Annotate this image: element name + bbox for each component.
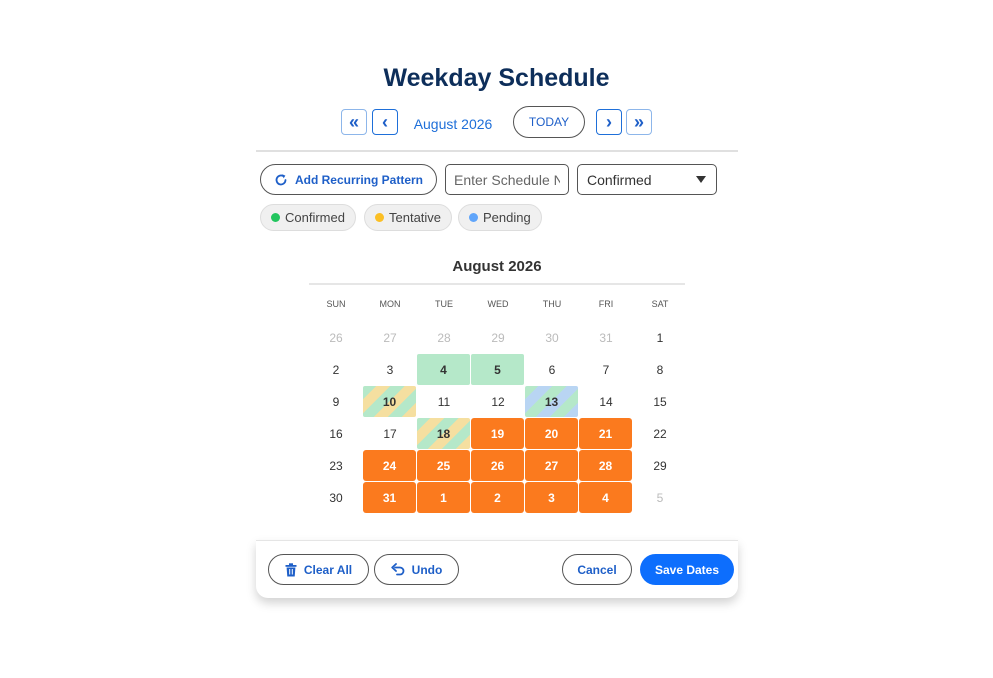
- tentative-dot-icon: [375, 213, 384, 222]
- calendar-day[interactable]: 7: [579, 354, 633, 386]
- weekday-label: MON: [379, 299, 401, 309]
- calendar-day[interactable]: 20: [525, 418, 578, 449]
- weekday-label: WED: [487, 299, 509, 309]
- calendar-day[interactable]: 3: [525, 482, 578, 513]
- chevron-down-icon: [696, 176, 706, 183]
- calendar-day[interactable]: 27: [525, 450, 578, 481]
- calendar-title: August 2026: [452, 258, 542, 275]
- calendar-day[interactable]: 10: [363, 386, 416, 417]
- schedule-name-input[interactable]: [445, 164, 569, 195]
- calendar-day[interactable]: 1: [633, 322, 687, 354]
- trash-icon: [285, 562, 297, 576]
- pending-dot-icon: [469, 213, 478, 222]
- add-recurring-pattern-label: Add Recurring Pattern: [294, 172, 423, 187]
- cancel-button[interactable]: Cancel: [562, 554, 632, 585]
- calendar-day: 5: [656, 491, 664, 505]
- calendar-day[interactable]: 13: [525, 386, 578, 417]
- clear-all-button[interactable]: Clear All: [268, 554, 369, 585]
- status-select[interactable]: Confirmed: [577, 164, 717, 195]
- calendar-day[interactable]: 11: [417, 386, 471, 418]
- calendar-day[interactable]: 2: [309, 354, 363, 386]
- weekday-label: SUN: [326, 299, 346, 309]
- calendar-day[interactable]: 4: [579, 482, 632, 513]
- prev-year-button[interactable]: «: [341, 109, 367, 135]
- weekday-label: TUE: [435, 299, 453, 309]
- calendar-day[interactable]: 30: [309, 482, 363, 514]
- undo-label: Undo: [411, 562, 443, 577]
- undo-button[interactable]: Undo: [374, 554, 459, 585]
- calendar-day[interactable]: 17: [363, 418, 417, 450]
- legend-pending-label: Pending: [483, 210, 531, 225]
- calendar-day[interactable]: 2: [471, 482, 524, 513]
- calendar-day[interactable]: 8: [633, 354, 687, 386]
- legend-tentative-label: Tentative: [389, 210, 442, 225]
- undo-icon: [390, 563, 405, 576]
- header-divider: [256, 150, 738, 152]
- calendar-day[interactable]: 12: [471, 386, 525, 418]
- calendar-day[interactable]: 15: [633, 386, 687, 418]
- calendar-day[interactable]: 26: [471, 450, 524, 481]
- calendar-day: 31: [599, 331, 613, 345]
- legend-pending: Pending: [458, 204, 542, 231]
- calendar-day[interactable]: 29: [633, 450, 687, 482]
- calendar-day[interactable]: 31: [363, 482, 416, 513]
- prev-month-button[interactable]: ‹: [372, 109, 398, 135]
- calendar-day[interactable]: 28: [579, 450, 632, 481]
- calendar-day[interactable]: 6: [525, 354, 579, 386]
- clear-all-label: Clear All: [303, 562, 353, 577]
- status-select-value: Confirmed: [587, 171, 652, 188]
- legend-confirmed: Confirmed: [260, 204, 356, 231]
- calendar-day[interactable]: 22: [633, 418, 687, 450]
- weekday-label: THU: [542, 299, 562, 309]
- calendar-day[interactable]: 23: [309, 450, 363, 482]
- calendar-day: 29: [491, 331, 505, 345]
- calendar-day: 26: [329, 331, 343, 345]
- calendar-day[interactable]: 18: [417, 418, 470, 449]
- calendar-divider: [309, 283, 685, 285]
- legend-tentative: Tentative: [364, 204, 453, 231]
- calendar-day[interactable]: 16: [309, 418, 363, 450]
- calendar-day[interactable]: 3: [363, 354, 417, 386]
- weekday-label: FRI: [598, 299, 614, 309]
- next-month-button[interactable]: ›: [596, 109, 622, 135]
- legend-confirmed-label: Confirmed: [285, 210, 345, 225]
- calendar-day[interactable]: 5: [471, 354, 524, 385]
- weekday-label: SAT: [651, 299, 669, 309]
- calendar-day[interactable]: 4: [417, 354, 470, 385]
- calendar-day: 28: [437, 331, 451, 345]
- refresh-icon: [275, 173, 287, 185]
- next-year-button[interactable]: »: [626, 109, 652, 135]
- calendar-day[interactable]: 21: [579, 418, 632, 449]
- calendar-day[interactable]: 9: [309, 386, 363, 418]
- current-month-label: August 2026: [413, 116, 493, 132]
- save-dates-button[interactable]: Save Dates: [640, 554, 734, 585]
- calendar-day[interactable]: 24: [363, 450, 416, 481]
- calendar-day[interactable]: 25: [417, 450, 470, 481]
- today-button[interactable]: TODAY: [513, 106, 585, 138]
- add-recurring-pattern-button[interactable]: Add Recurring Pattern: [260, 164, 437, 195]
- page-title: Weekday Schedule: [383, 64, 610, 92]
- calendar-day: 30: [545, 331, 559, 345]
- calendar-day[interactable]: 1: [417, 482, 470, 513]
- calendar-day[interactable]: 14: [579, 386, 633, 418]
- confirmed-dot-icon: [271, 213, 280, 222]
- calendar-day[interactable]: 19: [471, 418, 524, 449]
- calendar-day: 27: [383, 331, 397, 345]
